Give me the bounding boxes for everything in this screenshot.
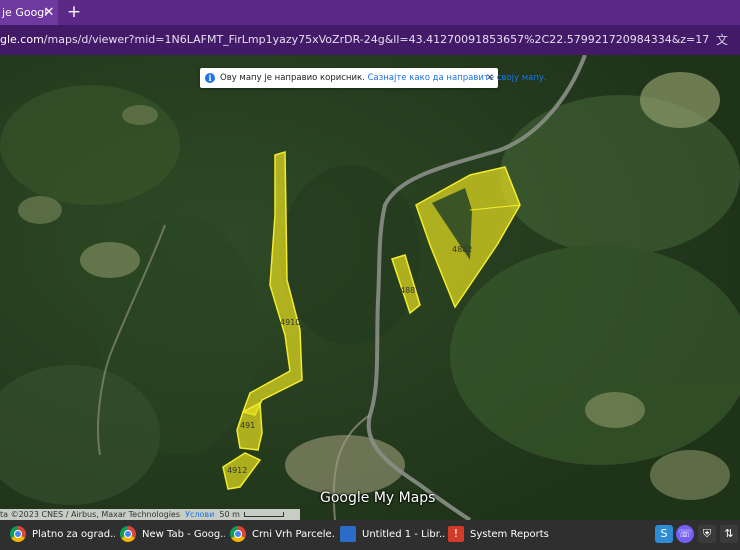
- taskbar-item-label: System Reports: [470, 529, 549, 540]
- url-path: /maps/d/viewer?mid=1N6LAFMT_FirLmp1yazy7…: [43, 33, 710, 46]
- translate-icon[interactable]: 文: [714, 32, 730, 48]
- map-view[interactable]: 4910 491 4912 4887 4882: [0, 55, 740, 520]
- parcel-label-491: 491: [240, 421, 255, 430]
- url-host: gle.com: [0, 33, 44, 46]
- network-icon[interactable]: ⇅: [720, 525, 738, 543]
- taskbar-item-label: Platno za ograd...: [32, 529, 115, 540]
- tab-strip: je Googl ✕ +: [0, 0, 740, 25]
- map-attribution: ta ©2023 CNES / Airbus, Maxar Technologi…: [0, 509, 300, 520]
- scale-bar: [243, 512, 284, 517]
- parcel-label-4882: 4882: [452, 245, 472, 254]
- viber-icon[interactable]: ☏: [676, 525, 694, 543]
- chrome-icon: [10, 526, 26, 542]
- info-icon: i: [205, 73, 215, 83]
- google-my-maps-logo: Google My Maps: [320, 490, 436, 506]
- user-map-notice: i Ову мапу је направио корисник. Сазнајт…: [200, 68, 547, 88]
- browser-tab[interactable]: je Googl ✕: [0, 0, 58, 25]
- taskbar-item[interactable]: ! System Reports: [448, 523, 553, 547]
- writer-icon: [340, 526, 356, 542]
- taskbar-item[interactable]: Crni Vrh Parcele...: [230, 523, 335, 547]
- chrome-icon: [120, 526, 136, 542]
- taskbar-item[interactable]: New Tab - Goog...: [120, 523, 225, 547]
- close-icon[interactable]: ×: [486, 68, 494, 88]
- skype-icon[interactable]: S: [655, 525, 673, 543]
- report-icon: !: [448, 526, 464, 542]
- shield-icon[interactable]: ⛨: [698, 525, 716, 543]
- taskbar: Platno za ograd... New Tab - Goog... Crn…: [0, 520, 740, 550]
- taskbar-item-label: Untitled 1 - Libr...: [362, 529, 445, 540]
- address-bar[interactable]: gle.com/maps/d/viewer?mid=1N6LAFMT_FirLm…: [0, 25, 740, 55]
- terms-link[interactable]: Услови: [185, 510, 214, 519]
- parcel-label-4912: 4912: [227, 466, 247, 475]
- parcel-label-4910: 4910: [280, 318, 300, 327]
- url-text[interactable]: gle.com/maps/d/viewer?mid=1N6LAFMT_FirLm…: [0, 25, 709, 55]
- attribution-text: ta ©2023 CNES / Airbus, Maxar Technologi…: [0, 510, 181, 519]
- taskbar-item[interactable]: Platno za ograd...: [10, 523, 115, 547]
- satellite-map[interactable]: 4910 491 4912 4887 4882: [0, 55, 740, 520]
- new-tab-button[interactable]: +: [64, 0, 84, 25]
- notice-link[interactable]: Сазнајте како да направите своју мапу.: [368, 73, 547, 83]
- taskbar-item[interactable]: Untitled 1 - Libr...: [340, 523, 445, 547]
- taskbar-item-label: Crni Vrh Parcele...: [252, 529, 335, 540]
- close-icon[interactable]: ✕: [40, 0, 58, 25]
- chrome-icon: [230, 526, 246, 542]
- notice-text: Ову мапу је направио корисник.: [220, 73, 365, 83]
- taskbar-item-label: New Tab - Goog...: [142, 529, 225, 540]
- parcel-label-4887: 4887: [400, 286, 420, 295]
- scale-label: 50 m: [219, 510, 240, 519]
